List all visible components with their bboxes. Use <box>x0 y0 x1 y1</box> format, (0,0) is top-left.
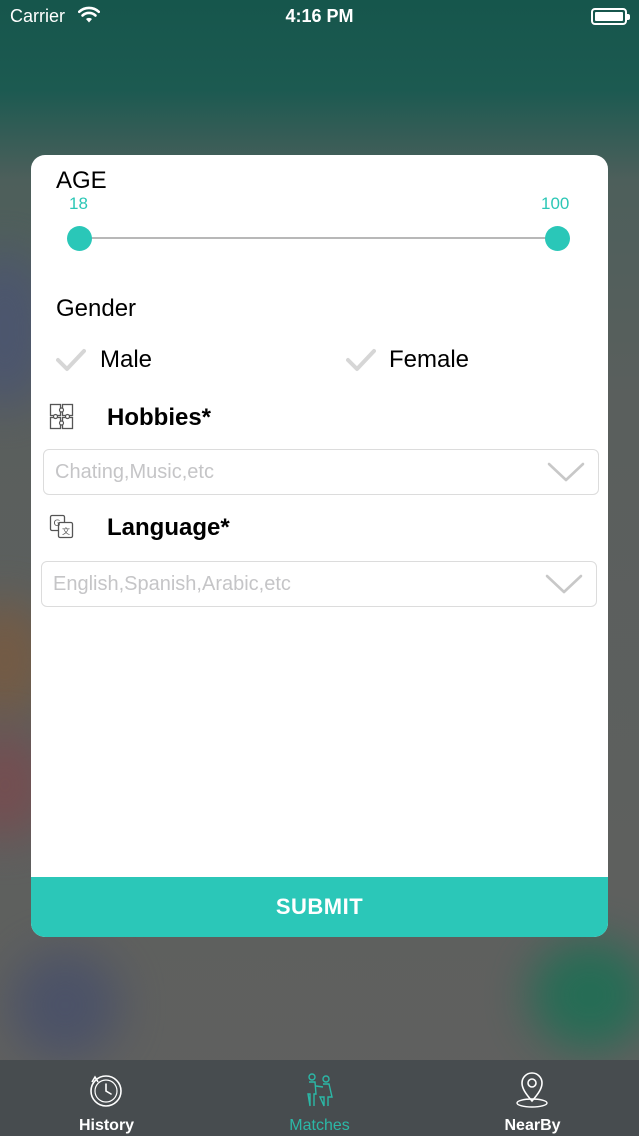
status-time: 4:16 PM <box>285 6 354 26</box>
chevron-down-icon <box>547 462 585 482</box>
hobbies-dropdown[interactable]: Chating,Music,etc <box>43 449 599 495</box>
gender-title: Gender <box>56 295 137 322</box>
tab-history-label: History <box>78 1117 135 1134</box>
svg-text:文: 文 <box>62 526 70 536</box>
age-title: AGE <box>56 167 107 194</box>
gender-option-male[interactable]: Male <box>100 346 152 374</box>
tab-matches-label: Matches <box>289 1117 350 1134</box>
hobbies-placeholder: Chating,Music,etc <box>55 461 214 483</box>
age-max-value: 100 <box>541 194 570 213</box>
chevron-down-icon <box>545 574 583 594</box>
battery-icon <box>591 8 630 25</box>
female-checkmark-icon[interactable] <box>346 348 376 372</box>
tab-nearby[interactable]: NearBy <box>426 1060 639 1136</box>
male-checkmark-icon[interactable] <box>56 348 86 372</box>
age-min-handle[interactable] <box>67 226 92 251</box>
submit-button[interactable]: SUBMIT <box>31 877 608 937</box>
matches-icon <box>307 1073 333 1107</box>
svg-text:G: G <box>54 519 61 529</box>
age-max-handle[interactable] <box>545 226 570 251</box>
hobbies-title: Hobbies* <box>107 404 212 431</box>
tab-history[interactable]: History <box>0 1060 213 1136</box>
tab-matches[interactable]: Matches <box>213 1060 426 1136</box>
location-pin-icon <box>516 1072 548 1108</box>
puzzle-icon <box>49 403 74 430</box>
gender-option-female[interactable]: Female <box>389 346 469 374</box>
translate-icon: G 文 <box>49 514 74 539</box>
filter-dialog: AGE 18 100 Gender Male Female Hobbies* C… <box>31 155 608 937</box>
history-icon <box>90 1075 122 1107</box>
language-title: Language* <box>107 514 230 541</box>
tab-nearby-label: NearBy <box>504 1117 561 1134</box>
language-placeholder: English,Spanish,Arabic,etc <box>53 573 291 595</box>
age-min-value: 18 <box>69 194 88 213</box>
language-dropdown[interactable]: English,Spanish,Arabic,etc <box>41 561 597 607</box>
status-bar: Carrier 4:16 PM <box>0 0 639 34</box>
age-range-slider-track[interactable] <box>80 237 558 239</box>
tab-bar: History Matches NearBy <box>0 1060 639 1136</box>
